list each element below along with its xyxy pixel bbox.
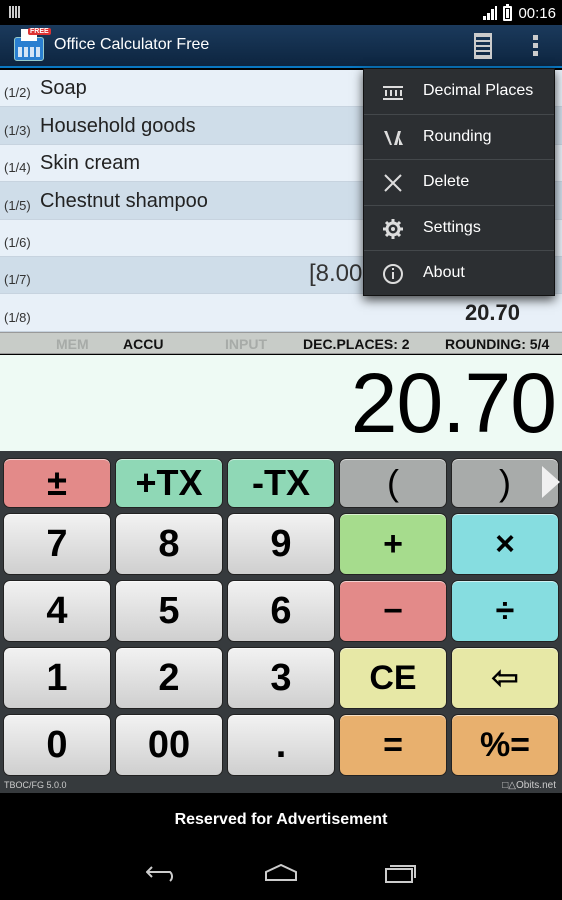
digit-9-button[interactable]: 9 bbox=[227, 513, 335, 575]
clear-entry-button[interactable]: CE bbox=[339, 647, 447, 709]
tape-row-index: (1/7) bbox=[4, 272, 31, 288]
app-logo-icon[interactable]: FREE bbox=[12, 28, 51, 63]
multiply-button[interactable]: × bbox=[451, 513, 559, 575]
overflow-menu-icon[interactable] bbox=[533, 35, 539, 57]
gear-icon bbox=[383, 218, 403, 239]
overflow-menu: Decimal Places Rounding Delete Settings bbox=[363, 68, 555, 296]
ad-area: Reserved for Advertisement bbox=[0, 793, 562, 848]
home-icon[interactable] bbox=[264, 864, 298, 882]
action-bar: FREE Office Calculator Free bbox=[0, 25, 562, 68]
free-badge: FREE bbox=[28, 28, 51, 35]
dec-places-indicator: DEC.PLACES: 2 bbox=[303, 336, 410, 352]
digit-0-button[interactable]: 0 bbox=[3, 714, 111, 776]
tape-row-text: Chestnut shampoo bbox=[40, 189, 208, 212]
mem-indicator: MEM bbox=[56, 336, 89, 352]
tape-row-text: Soap bbox=[40, 77, 87, 100]
minus-tax-button[interactable]: -TX bbox=[227, 458, 335, 508]
digit-1-button[interactable]: 1 bbox=[3, 647, 111, 709]
battery-icon bbox=[503, 3, 513, 21]
digit-6-button[interactable]: 6 bbox=[227, 580, 335, 642]
status-strip: MEM ACCU INPUT DEC.PLACES: 2 ROUNDING: 5… bbox=[0, 332, 562, 354]
app-title: Office Calculator Free bbox=[54, 36, 210, 53]
plus-minus-button[interactable]: ± bbox=[3, 458, 111, 508]
menu-item-label: Decimal Places bbox=[423, 82, 534, 99]
ad-placeholder-text: Reserved for Advertisement bbox=[174, 811, 388, 828]
digit-5-button[interactable]: 5 bbox=[115, 580, 223, 642]
app-screen: 00:16 FREE Office Calculator Free (1/2) … bbox=[0, 0, 562, 900]
tape-row-text: Household goods bbox=[40, 114, 196, 137]
tape-row-index: (1/8) bbox=[4, 309, 31, 325]
menu-item-about[interactable]: About bbox=[364, 251, 554, 297]
brand-label: □△Obits.net bbox=[502, 780, 556, 791]
menu-item-label: Settings bbox=[423, 218, 481, 236]
menu-item-label: Rounding bbox=[423, 127, 492, 145]
menu-item-decimal-places[interactable]: Decimal Places bbox=[364, 69, 554, 115]
decimal-places-icon bbox=[383, 86, 403, 100]
tape-row-index: (1/2) bbox=[4, 85, 31, 101]
tape-row-index: (1/6) bbox=[4, 234, 31, 250]
digit-8-button[interactable]: 8 bbox=[115, 513, 223, 575]
navigation-bar bbox=[0, 848, 562, 900]
version-label: TBOC/FG 5.0.0 bbox=[4, 780, 67, 790]
double-zero-button[interactable]: 00 bbox=[115, 714, 223, 776]
tape-view-icon[interactable] bbox=[474, 33, 492, 59]
tape-row-index: (1/4) bbox=[4, 160, 31, 176]
menu-item-delete[interactable]: Delete bbox=[364, 160, 554, 206]
recent-apps-icon[interactable] bbox=[384, 862, 418, 884]
status-bar: 00:16 bbox=[0, 0, 562, 25]
menu-item-label: About bbox=[423, 264, 465, 282]
close-icon bbox=[384, 174, 402, 192]
open-paren-button[interactable]: ( bbox=[339, 458, 447, 508]
back-icon[interactable] bbox=[146, 864, 178, 882]
add-button[interactable]: + bbox=[339, 513, 447, 575]
tape-row-value: 20.70 bbox=[464, 299, 520, 325]
display-value: 20.70 bbox=[350, 356, 557, 450]
rounding-indicator: ROUNDING: 5/4 bbox=[445, 336, 550, 352]
subtract-button[interactable]: − bbox=[339, 580, 447, 642]
percent-equals-button[interactable]: %= bbox=[451, 714, 559, 776]
rounding-icon bbox=[384, 130, 403, 145]
menu-item-settings[interactable]: Settings bbox=[364, 206, 554, 252]
tape-row-text: Skin cream bbox=[40, 152, 141, 175]
signal-icon bbox=[483, 6, 498, 20]
tape-row-value: [8.00 bbox=[309, 260, 363, 288]
digit-7-button[interactable]: 7 bbox=[3, 513, 111, 575]
tape-row-index: (1/5) bbox=[4, 197, 31, 213]
info-icon bbox=[383, 264, 403, 285]
next-keypad-arrow-icon[interactable] bbox=[542, 466, 560, 498]
brand-text: bits.net bbox=[523, 780, 556, 791]
equals-button[interactable]: = bbox=[339, 714, 447, 776]
tape-row[interactable]: (1/8) 20.70 bbox=[0, 294, 562, 332]
plus-tax-button[interactable]: +TX bbox=[115, 458, 223, 508]
digit-3-button[interactable]: 3 bbox=[227, 647, 335, 709]
menu-item-label: Delete bbox=[423, 173, 470, 191]
accu-indicator: ACCU bbox=[123, 336, 164, 352]
digit-2-button[interactable]: 2 bbox=[115, 647, 223, 709]
main-display: 20.70 bbox=[0, 355, 562, 451]
menu-item-rounding[interactable]: Rounding bbox=[364, 115, 554, 161]
tape-row-index: (1/3) bbox=[4, 122, 31, 138]
status-right: 00:16 bbox=[483, 3, 556, 23]
barcode-notification-icon bbox=[9, 6, 21, 18]
input-indicator: INPUT bbox=[225, 336, 267, 352]
brand-logo-icon: □△O bbox=[502, 780, 524, 791]
status-time: 00:16 bbox=[518, 4, 556, 22]
backspace-button[interactable]: ⇦ bbox=[451, 647, 559, 709]
decimal-point-button[interactable]: . bbox=[227, 714, 335, 776]
divide-button[interactable]: ÷ bbox=[451, 580, 559, 642]
digit-4-button[interactable]: 4 bbox=[3, 580, 111, 642]
